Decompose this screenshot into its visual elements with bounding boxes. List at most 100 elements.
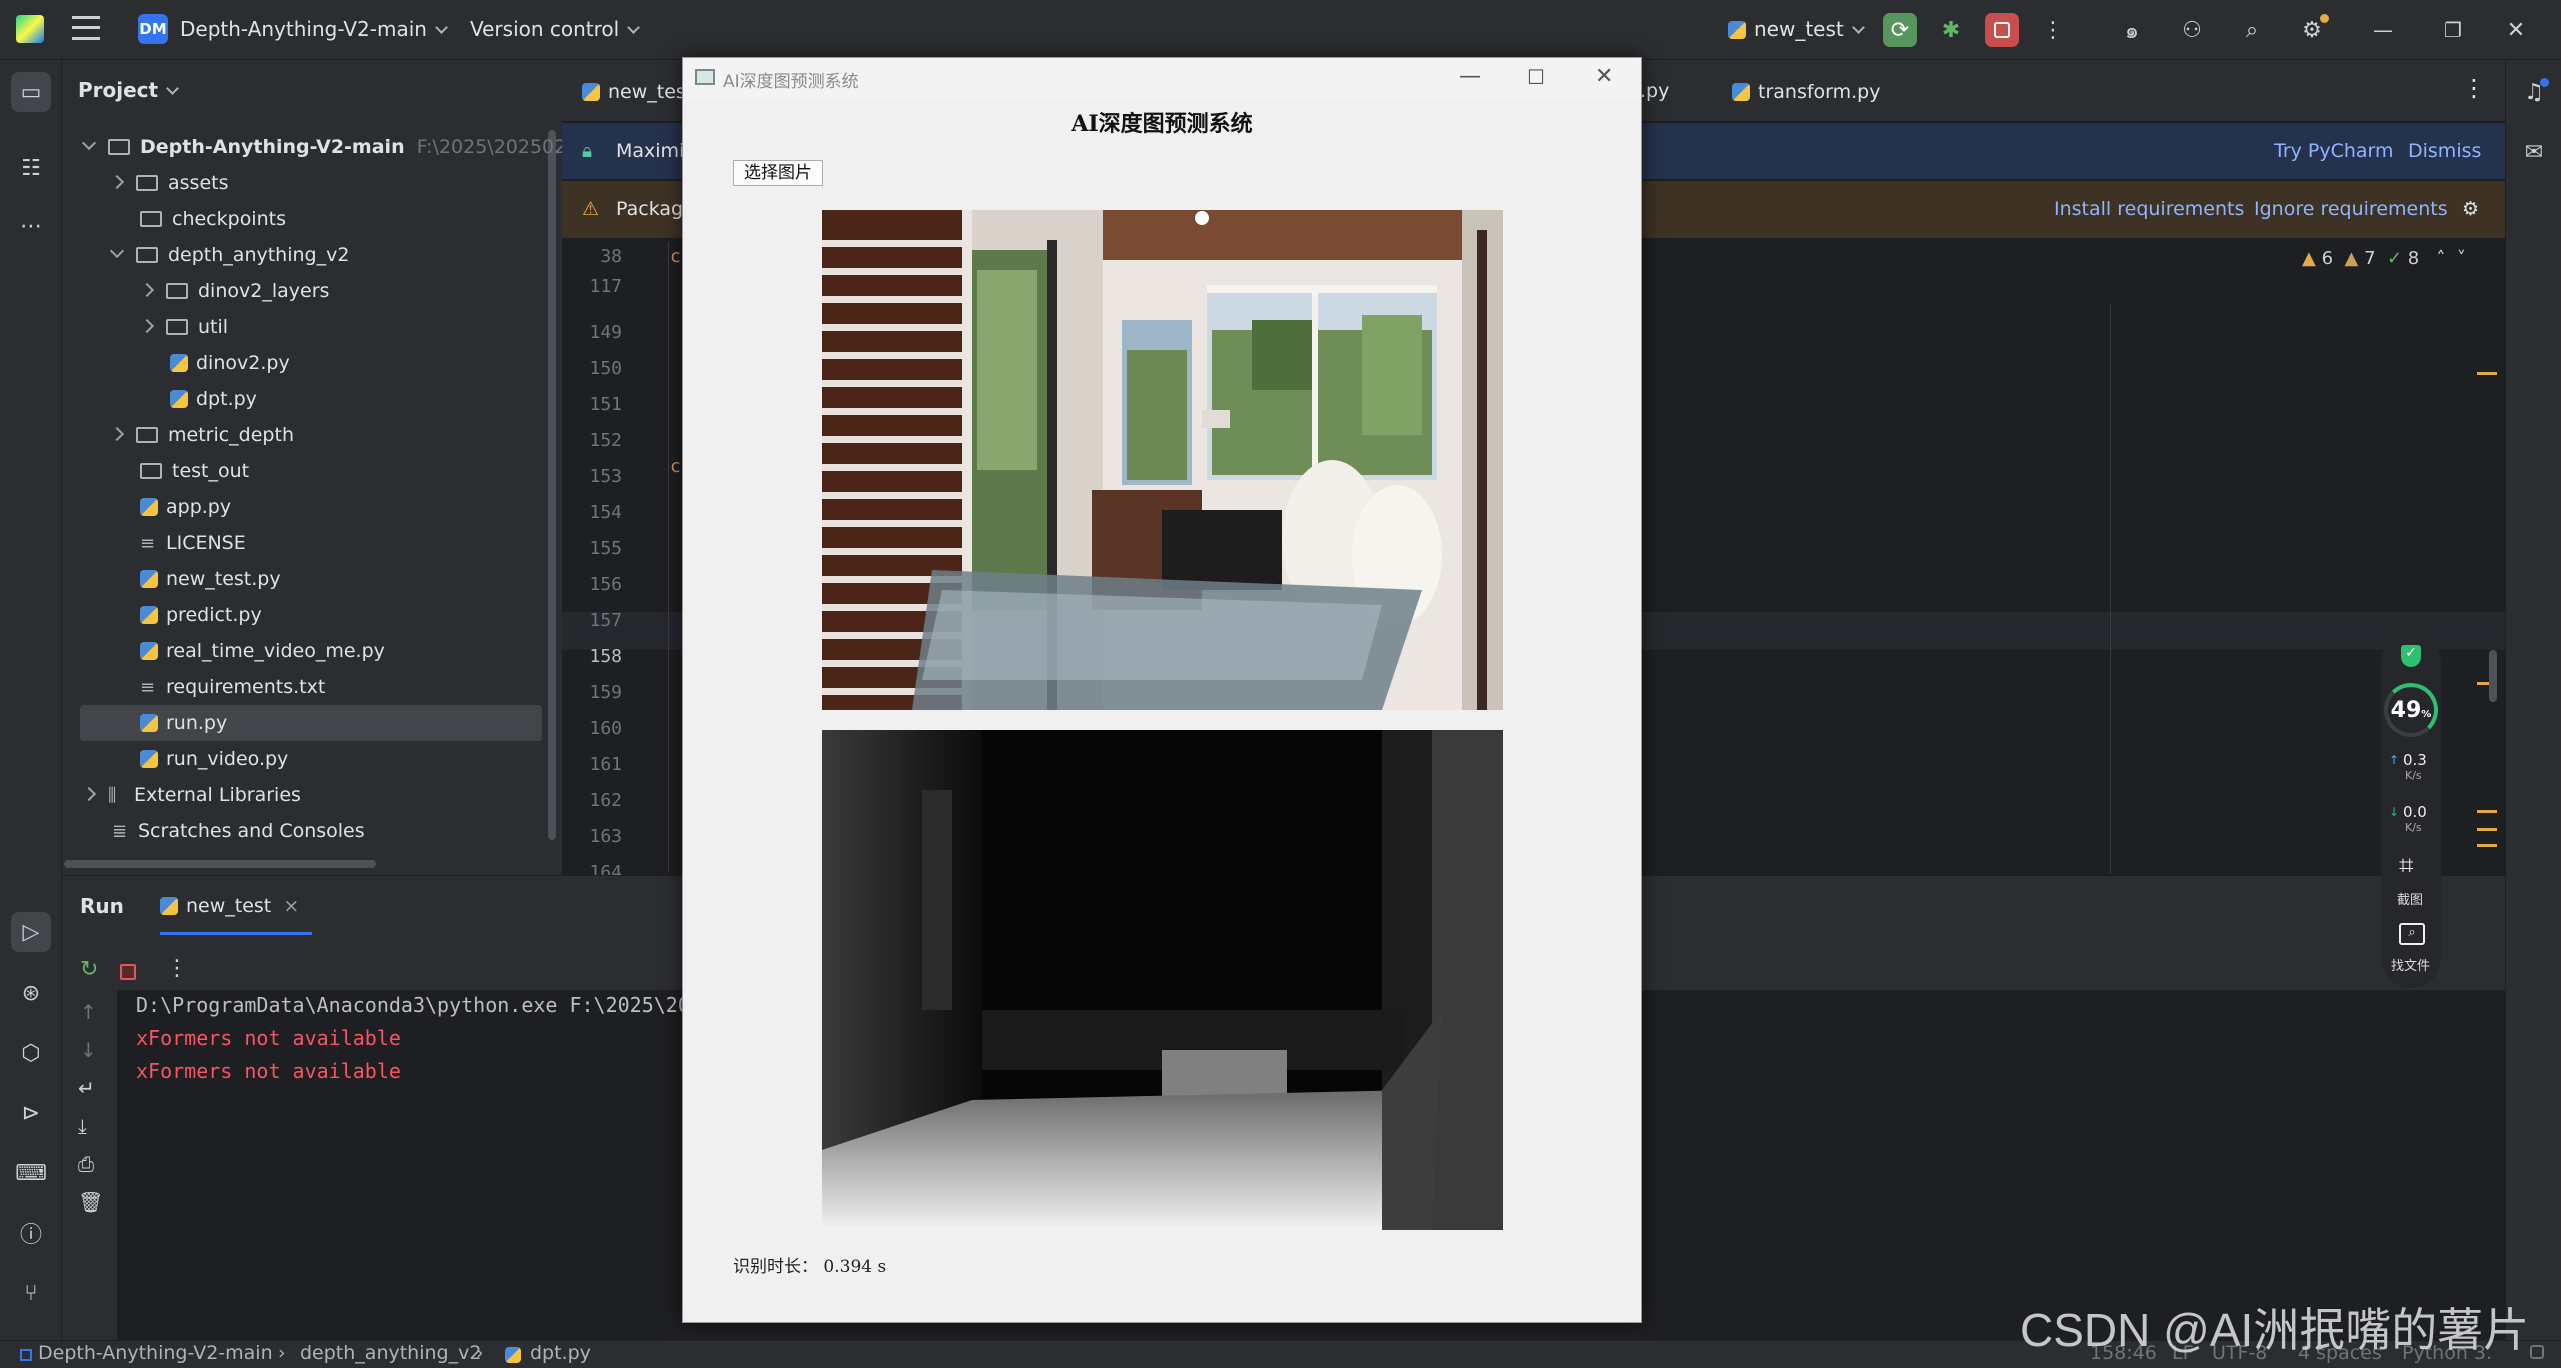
rerun-button[interactable]: ⟳ bbox=[1883, 13, 1917, 47]
tree-item-checkpoints[interactable]: checkpoints bbox=[140, 201, 286, 237]
terminal-button[interactable]: ⌨ bbox=[11, 1153, 51, 1193]
scroll-to-end-icon[interactable]: ⤓ bbox=[78, 1114, 87, 1138]
structure-tool-button[interactable]: ☷ bbox=[11, 148, 51, 188]
tree-item-dinov2-py[interactable]: dinov2.py bbox=[170, 345, 290, 381]
restore-button[interactable]: ❐ bbox=[2436, 13, 2470, 47]
run-config-selector[interactable]: new_test bbox=[1728, 17, 1865, 41]
minimize-button[interactable]: — bbox=[2366, 13, 2400, 47]
breadcrumb-package[interactable]: depth_anything_v2 bbox=[300, 1342, 481, 1364]
find-file-label[interactable]: 找文件 bbox=[2391, 955, 2430, 974]
info-banner-text: Maximi bbox=[616, 140, 685, 162]
rerun-icon[interactable]: ↻ bbox=[80, 957, 98, 982]
ai-assistant-button[interactable]: ๑ bbox=[2115, 13, 2149, 47]
dismiss-link[interactable]: Dismiss bbox=[2408, 140, 2481, 162]
breadcrumb-project[interactable]: Depth-Anything-V2-main bbox=[38, 1342, 273, 1364]
tab-options-button[interactable]: ⋮ bbox=[2462, 74, 2486, 102]
search-button[interactable]: ⌕ bbox=[2235, 13, 2269, 47]
code-fragment: c bbox=[670, 456, 681, 477]
title-bar: DM Depth-Anything-V2-main Version contro… bbox=[0, 0, 2561, 60]
tree-item-dinov2-layers[interactable]: dinov2_layers bbox=[139, 273, 329, 309]
python-packages-button[interactable]: ⬡ bbox=[11, 1033, 51, 1073]
more-tools-button[interactable]: ⋯ bbox=[11, 206, 51, 246]
main-menu-icon[interactable] bbox=[72, 16, 100, 40]
install-requirements-link[interactable]: Install requirements bbox=[2054, 198, 2244, 220]
project-switcher[interactable]: Depth-Anything-V2-main bbox=[180, 17, 448, 41]
tree-item-external-libraries[interactable]: ⫼ External Libraries bbox=[81, 777, 301, 813]
tree-item-run-video-py[interactable]: run_video.py bbox=[140, 741, 288, 777]
tree-item-license[interactable]: ≡ LICENSE bbox=[140, 525, 246, 561]
system-monitor-widget[interactable]: ✓ 49% ↑ 0.3 K/s ↓ 0.0 K/s ⌗ 截图 ⌕ 找文件 bbox=[2381, 633, 2441, 988]
app-logo-icon[interactable] bbox=[16, 15, 44, 43]
arrow-down-icon[interactable]: ↓ bbox=[80, 1038, 97, 1062]
error-stripe-mark bbox=[2477, 844, 2497, 847]
close-icon[interactable]: ✕ bbox=[1595, 64, 1613, 89]
close-window-button[interactable]: ✕ bbox=[2499, 13, 2533, 47]
tab-new-test[interactable]: new_tes bbox=[582, 80, 686, 103]
chevron-down-icon[interactable]: ˅ bbox=[2457, 248, 2466, 269]
project-panel-title[interactable]: Project bbox=[78, 78, 179, 102]
print-icon[interactable]: ⎙ bbox=[78, 1152, 94, 1176]
breadcrumb-file[interactable]: dpt.py bbox=[530, 1342, 591, 1364]
panel-scrollbar[interactable] bbox=[548, 130, 556, 840]
soft-wrap-icon[interactable]: ↵ bbox=[78, 1076, 95, 1100]
choose-image-button[interactable]: 选择图片 bbox=[733, 160, 823, 186]
shield-icon: ✓ bbox=[2401, 645, 2421, 667]
debug-button[interactable]: ✱ bbox=[1934, 13, 1968, 47]
python-console-button[interactable]: ⊛ bbox=[11, 973, 51, 1013]
line-number: 161 bbox=[589, 754, 622, 775]
ai-chat-button[interactable]: ✉ bbox=[2514, 132, 2554, 172]
more-vertical-icon[interactable]: ⋮ bbox=[166, 956, 188, 981]
tree-root[interactable]: Depth-Anything-V2-main F:\2025\20250227\… bbox=[81, 129, 611, 165]
tree-item-app-py[interactable]: app.py bbox=[140, 489, 231, 525]
close-tab-icon[interactable]: × bbox=[283, 895, 299, 917]
tree-item-assets[interactable]: assets bbox=[109, 165, 228, 201]
dialog-title-bar[interactable]: AI深度图预测系统 — ☐ ✕ bbox=[683, 58, 1641, 98]
crop-icon[interactable]: ⌗ bbox=[2399, 851, 2414, 882]
stop-icon[interactable] bbox=[120, 964, 136, 980]
chevron-up-icon[interactable]: ˄ bbox=[2436, 248, 2445, 269]
find-file-icon[interactable]: ⌕ bbox=[2399, 923, 2425, 945]
more-actions-button[interactable]: ⋮ bbox=[2036, 13, 2070, 47]
tree-item-requirements-txt[interactable]: ≡ requirements.txt bbox=[140, 669, 325, 705]
notifications-button[interactable]: ♫ bbox=[2514, 72, 2554, 112]
tree-item-run-py[interactable]: run.py bbox=[140, 705, 227, 741]
run-tool-button[interactable]: ▷ bbox=[11, 912, 51, 952]
lock-icon: 🔒︎ bbox=[582, 140, 593, 162]
git-branch-icon: ⑂ bbox=[24, 1280, 38, 1306]
tree-item-dpt-py[interactable]: dpt.py bbox=[170, 381, 257, 417]
screenshot-label[interactable]: 截图 bbox=[2397, 889, 2423, 908]
services-button[interactable]: ⊳ bbox=[11, 1093, 51, 1133]
tree-item-metric-depth[interactable]: metric_depth bbox=[109, 417, 294, 453]
ignore-requirements-link[interactable]: Ignore requirements bbox=[2254, 198, 2448, 220]
project-hscrollbar[interactable] bbox=[64, 860, 376, 868]
add-user-button[interactable]: ⚇ bbox=[2175, 13, 2209, 47]
depth-map-image bbox=[822, 730, 1503, 1230]
project-badge[interactable]: DM bbox=[138, 14, 168, 44]
inspection-widget[interactable]: ▲ 6 ▲ 7 ✓ 8 ˄ ˅ bbox=[2302, 248, 2466, 269]
try-pycharm-link[interactable]: Try PyCharm bbox=[2274, 140, 2394, 162]
tree-item-util[interactable]: util bbox=[139, 309, 228, 345]
lock-icon[interactable] bbox=[2530, 1345, 2544, 1359]
python-file-icon bbox=[1732, 83, 1750, 101]
tree-item-predict-py[interactable]: predict.py bbox=[140, 597, 262, 633]
tree-item-depth-anything-v2[interactable]: depth_anything_v2 bbox=[109, 237, 349, 273]
vcs-menu[interactable]: Version control bbox=[470, 17, 641, 41]
tab-transform-py[interactable]: transform.py bbox=[1732, 80, 1881, 103]
trash-icon[interactable]: 🗑︎ bbox=[78, 1190, 103, 1214]
run-tab-new-test[interactable]: new_test × bbox=[160, 894, 299, 917]
tab-partial[interactable]: .py bbox=[1640, 80, 1669, 102]
tree-item-new-test-py[interactable]: new_test.py bbox=[140, 561, 281, 597]
maximize-icon[interactable]: ☐ bbox=[1527, 65, 1545, 89]
git-button[interactable]: ⑂ bbox=[11, 1273, 51, 1313]
project-tool-button[interactable]: ▭ bbox=[11, 72, 51, 112]
tree-item-scratches[interactable]: ≣ Scratches and Consoles bbox=[112, 813, 365, 849]
line-number: 162 bbox=[589, 790, 622, 811]
tree-item-real-time-video-me-py[interactable]: real_time_video_me.py bbox=[140, 633, 385, 669]
stop-button[interactable] bbox=[1985, 13, 2019, 47]
editor-scrollbar[interactable] bbox=[2489, 650, 2497, 702]
problems-button[interactable]: ⓘ bbox=[11, 1213, 51, 1253]
arrow-up-icon[interactable]: ↑ bbox=[80, 1000, 97, 1024]
minimize-icon[interactable]: — bbox=[1459, 64, 1481, 89]
gear-icon[interactable]: ⚙ bbox=[2462, 198, 2479, 220]
tree-item-test-out[interactable]: test_out bbox=[140, 453, 249, 489]
